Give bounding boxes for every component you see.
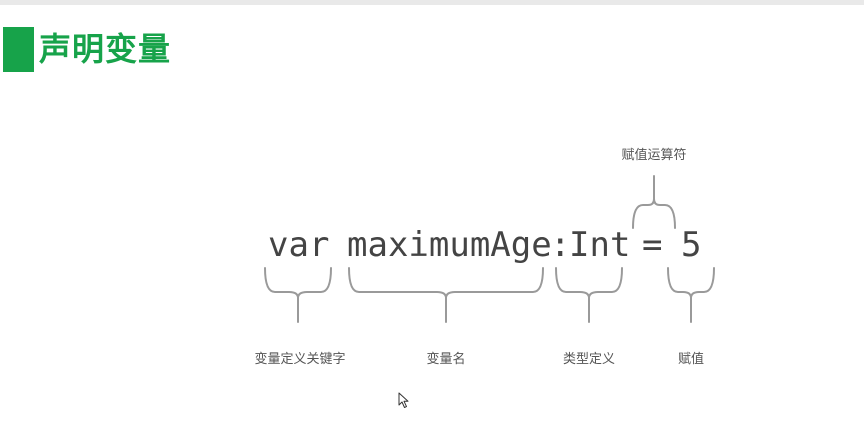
brace-variable-name bbox=[348, 267, 544, 323]
mouse-pointer-icon bbox=[398, 392, 409, 408]
label-keyword: 变量定义关键字 bbox=[254, 352, 346, 367]
brace-value bbox=[667, 267, 715, 323]
label-operator: 赋值运算符 bbox=[621, 148, 687, 163]
label-variable-name: 变量名 bbox=[426, 352, 466, 367]
label-value: 赋值 bbox=[677, 352, 705, 367]
brace-type bbox=[555, 267, 623, 323]
brace-keyword bbox=[264, 267, 332, 323]
label-type: 类型定义 bbox=[562, 352, 616, 367]
brace-operator bbox=[632, 175, 676, 229]
